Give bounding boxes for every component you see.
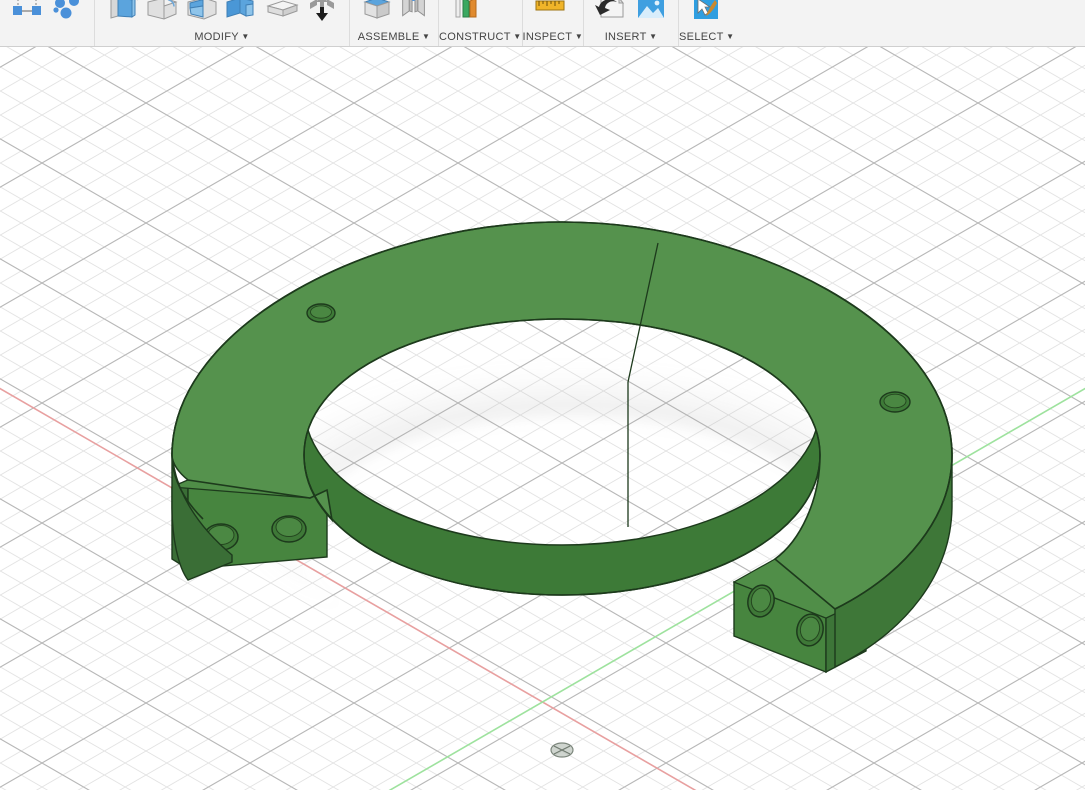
viewport-canvas[interactable]	[0, 47, 1085, 790]
new-component-icon[interactable]	[357, 0, 397, 24]
toolbar-group-inspect-text: INSPECT	[522, 31, 573, 43]
fusion360-window: MODIFY ▼ ASSEMBLE ▼ CONSTRUCT ▼ INSPECT …	[0, 0, 1085, 790]
chevron-down-icon: ▼	[238, 32, 250, 41]
fillet-icon[interactable]	[142, 0, 182, 24]
main-toolbar: MODIFY ▼ ASSEMBLE ▼ CONSTRUCT ▼ INSPECT …	[0, 0, 1085, 47]
insert-image-icon[interactable]	[631, 0, 671, 24]
origin-marker[interactable]	[550, 742, 574, 758]
move-copy-icon[interactable]	[302, 0, 342, 24]
toolbar-group-select-label[interactable]: SELECT ▼	[679, 28, 734, 45]
toolbar-group-sketch-label[interactable]	[0, 28, 94, 45]
toolbar-group-construct: CONSTRUCT ▼	[438, 0, 522, 46]
toolbar-group-assemble-text: ASSEMBLE	[357, 31, 420, 43]
dimension-icon[interactable]	[7, 0, 47, 24]
draft-icon[interactable]	[262, 0, 302, 24]
toolbar-group-assemble-label[interactable]: ASSEMBLE ▼	[350, 28, 438, 45]
toolbar-group-modify: MODIFY ▼	[94, 0, 349, 46]
toolbar-group-inspect-label[interactable]: INSPECT ▼	[523, 28, 584, 45]
press-pull-icon[interactable]	[102, 0, 142, 24]
toolbar-group-select: SELECT ▼	[678, 0, 734, 46]
chevron-down-icon: ▼	[646, 32, 658, 41]
measure-ruler-icon[interactable]	[530, 0, 570, 24]
toolbar-group-modify-text: MODIFY	[194, 31, 239, 43]
chamfer-icon[interactable]	[182, 0, 222, 24]
construction-plane-icon[interactable]	[446, 0, 486, 24]
shell-icon[interactable]	[222, 0, 262, 24]
toolbar-group-construct-text: CONSTRUCT	[439, 31, 511, 43]
toolbar-group-inspect-icons	[523, 0, 584, 28]
toolbar-group-construct-label[interactable]: CONSTRUCT ▼	[439, 28, 522, 45]
sketch-points-icon[interactable]	[47, 0, 87, 24]
toolbar-group-insert-text: INSERT	[604, 31, 647, 43]
toolbar-group-sketch-icons	[0, 0, 94, 28]
select-cursor-icon[interactable]	[686, 0, 726, 24]
insert-derive-icon[interactable]	[591, 0, 631, 24]
joint-icon[interactable]	[397, 0, 431, 24]
chevron-down-icon: ▼	[572, 32, 584, 41]
chevron-down-icon: ▼	[419, 32, 431, 41]
toolbar-group-modify-icons	[95, 0, 349, 28]
toolbar-group-sketch	[0, 0, 94, 46]
toolbar-group-modify-label[interactable]: MODIFY ▼	[95, 28, 349, 45]
toolbar-group-assemble: ASSEMBLE ▼	[349, 0, 438, 46]
toolbar-group-select-text: SELECT	[679, 31, 724, 43]
left-tab-hole-2-inner	[275, 517, 303, 537]
toolbar-group-assemble-icons	[350, 0, 438, 28]
toolbar-group-insert: INSERT ▼	[583, 0, 678, 46]
toolbar-group-inspect: INSPECT ▼	[521, 0, 584, 46]
chevron-down-icon: ▼	[723, 32, 735, 41]
toolbar-group-construct-icons	[439, 0, 522, 28]
chevron-down-icon: ▼	[510, 32, 522, 41]
top-face-hole-right-inner	[883, 393, 907, 409]
toolbar-group-insert-label[interactable]: INSERT ▼	[584, 28, 678, 45]
toolbar-group-insert-icons	[584, 0, 678, 28]
toolbar-group-select-icons	[679, 0, 734, 28]
viewport-svg	[0, 47, 1085, 790]
top-face-hole-left-inner	[310, 305, 332, 319]
